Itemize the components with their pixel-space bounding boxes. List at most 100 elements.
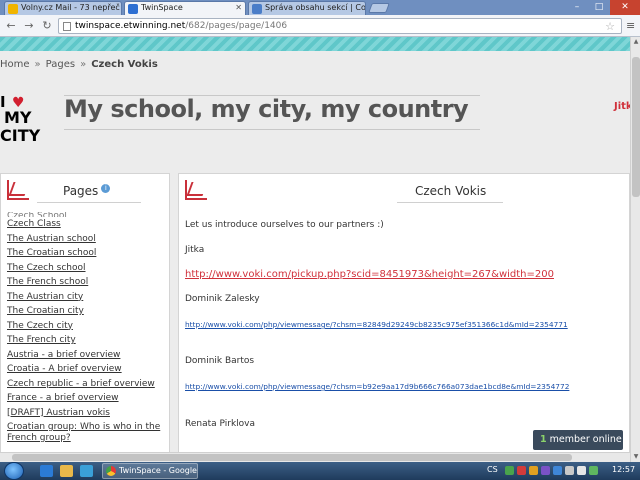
page-link[interactable]: The Croatian school [7, 246, 167, 261]
divider [64, 129, 480, 130]
logo-text: CITY [0, 126, 41, 143]
page-icon [63, 22, 71, 31]
tab-volny-mail[interactable]: Volny.cz Mail - 73 nepřeč [4, 1, 122, 15]
scroll-up-icon[interactable]: ▲ [631, 37, 640, 47]
info-icon[interactable]: i [101, 184, 111, 193]
window-close-icon[interactable]: ✕ [610, 0, 640, 15]
media-player-icon[interactable] [80, 465, 93, 477]
taskbar-chrome-task[interactable]: TwinSpace - Google... [102, 463, 198, 479]
voki-link[interactable]: http://www.voki.com/php/viewmessage/?chs… [185, 320, 568, 329]
pages-panel-heading: Pages i [63, 184, 111, 198]
twinspace-bracket-icon [7, 180, 29, 200]
scroll-thumb[interactable] [632, 57, 640, 197]
page-link[interactable]: Czech Class [7, 217, 167, 232]
volume-icon[interactable] [577, 466, 586, 475]
entry-name: Dominik Bartos [185, 356, 255, 366]
scroll-down-icon[interactable]: ▼ [631, 452, 640, 462]
chrome-icon [106, 466, 116, 476]
page-link[interactable]: France - a brief overview [7, 391, 167, 406]
page-link[interactable]: The Czech school [7, 261, 167, 276]
page-viewport: Home » Pages » Czech Vokis I ♥ MY CITY My sc… [0, 37, 630, 462]
member-count: 1 [540, 434, 547, 445]
back-arrow-icon[interactable]: ← [4, 19, 18, 33]
address-bar[interactable]: twinspace.etwinning.net/682/pages/page/1… [58, 18, 622, 34]
tray-app-icon[interactable] [541, 466, 550, 475]
tab-label: Volny.cz Mail - 73 nepřeč [21, 3, 120, 12]
tray-app-icon[interactable] [529, 466, 538, 475]
wrench-menu-icon[interactable]: ≡ [626, 19, 635, 32]
divider [397, 202, 503, 203]
maximize-icon[interactable]: □ [588, 0, 610, 15]
members-online-widget[interactable]: 1 member online [533, 430, 623, 450]
breadcrumb-separator: » [34, 59, 41, 70]
page-link[interactable]: Czech republic - a brief overview [7, 377, 167, 392]
tab-sprava-obsahu[interactable]: Správa obsahu sekcí | Con [248, 1, 366, 15]
breadcrumb-pages-link[interactable]: Pages [46, 59, 75, 70]
tab-twinspace[interactable]: TwinSpace ✕ [124, 1, 246, 15]
twinspace-bracket-icon [185, 180, 207, 200]
breadcrumb-separator: » [80, 59, 87, 70]
url-host: twinspace.etwinning.net [75, 21, 186, 31]
page-link[interactable]: Croatia - A brief overview [7, 362, 167, 377]
horizontal-scrollbar[interactable] [0, 452, 630, 462]
breadcrumb: Home » Pages » Czech Vokis [0, 59, 158, 70]
intro-text: Let us introduce ourselves to our partne… [185, 220, 384, 230]
network-icon[interactable] [565, 466, 574, 475]
volny-favicon-icon [8, 4, 18, 14]
page-link[interactable]: The French city [7, 333, 167, 348]
entry-name: Dominik Zalesky [185, 294, 260, 304]
tray-app-icon[interactable] [553, 466, 562, 475]
twinspace-favicon-icon [128, 4, 138, 14]
minimize-icon[interactable]: – [566, 0, 588, 15]
voki-link[interactable]: http://www.voki.com/php/viewmessage/?chs… [185, 382, 569, 391]
page-link[interactable]: The French school [7, 275, 167, 290]
logo-text: MY [4, 108, 32, 127]
browser-tab-strip: Volny.cz Mail - 73 nepřeč TwinSpace ✕ Sp… [0, 0, 640, 15]
tab-label: Správa obsahu sekcí | Con [265, 3, 366, 12]
i-love-my-city-logo: I ♥ MY CITY [0, 93, 52, 143]
voki-link[interactable]: http://www.voki.com/pickup.php?scid=8451… [185, 269, 554, 280]
entry-name: Renata Pirklova [185, 419, 256, 429]
page-link[interactable]: The Czech city [7, 319, 167, 334]
vertical-scrollbar[interactable]: ▲ ▼ [630, 37, 640, 462]
reload-icon[interactable]: ↻ [40, 19, 54, 33]
browser-toolbar: ← → ↻ twinspace.etwinning.net/682/pages/… [0, 15, 640, 37]
page-link[interactable]: The Austrian school [7, 232, 167, 247]
divider [37, 202, 141, 203]
pages-panel-title: Pages [63, 184, 99, 198]
tray-app-icon[interactable] [589, 466, 598, 475]
forward-arrow-icon[interactable]: → [22, 19, 36, 33]
windows-taskbar: TwinSpace - Google... CS 12:57 [0, 462, 640, 480]
page-link[interactable]: [DRAFT] Austrian vokis [7, 406, 167, 421]
language-indicator[interactable]: CS [487, 465, 498, 474]
start-button[interactable] [4, 462, 24, 480]
scroll-thumb[interactable] [12, 454, 572, 461]
page-link[interactable]: The Croatian city [7, 304, 167, 319]
content-panel: Czech Vokis Let us introduce ourselves t… [178, 173, 630, 462]
pages-panel: Pages i Czech School Czech Class The Aust… [0, 173, 170, 462]
breadcrumb-current: Czech Vokis [91, 59, 158, 70]
breadcrumb-home-link[interactable]: Home [0, 59, 30, 70]
task-label: TwinSpace - Google... [119, 466, 198, 475]
page-link[interactable]: Austria - a brief overview [7, 348, 167, 363]
members-label: member online [546, 434, 622, 445]
ie-icon[interactable] [40, 465, 53, 477]
close-icon[interactable]: ✕ [235, 3, 242, 12]
header-band [0, 37, 630, 51]
page-link[interactable]: Croatian group: Who is who in the [7, 422, 167, 433]
page-favicon-icon [252, 4, 262, 14]
tab-label: TwinSpace [141, 3, 183, 12]
content-panel-title: Czech Vokis [415, 184, 487, 198]
entry-name: Jitka [185, 245, 205, 255]
clock[interactable]: 12:57 [612, 465, 635, 474]
url-path: /682/pages/page/1406 [185, 21, 288, 31]
window-controls: – □ ✕ [566, 0, 640, 15]
new-tab-button[interactable] [368, 3, 390, 13]
page-link[interactable]: French group? [7, 433, 167, 444]
folder-icon[interactable] [60, 465, 73, 477]
page-link[interactable]: The Austrian city [7, 290, 167, 305]
tray-app-icon[interactable] [505, 466, 514, 475]
tray-app-icon[interactable] [517, 466, 526, 475]
bookmark-star-icon[interactable]: ☆ [605, 20, 615, 34]
page-title: My school, my city, my country [64, 95, 469, 123]
